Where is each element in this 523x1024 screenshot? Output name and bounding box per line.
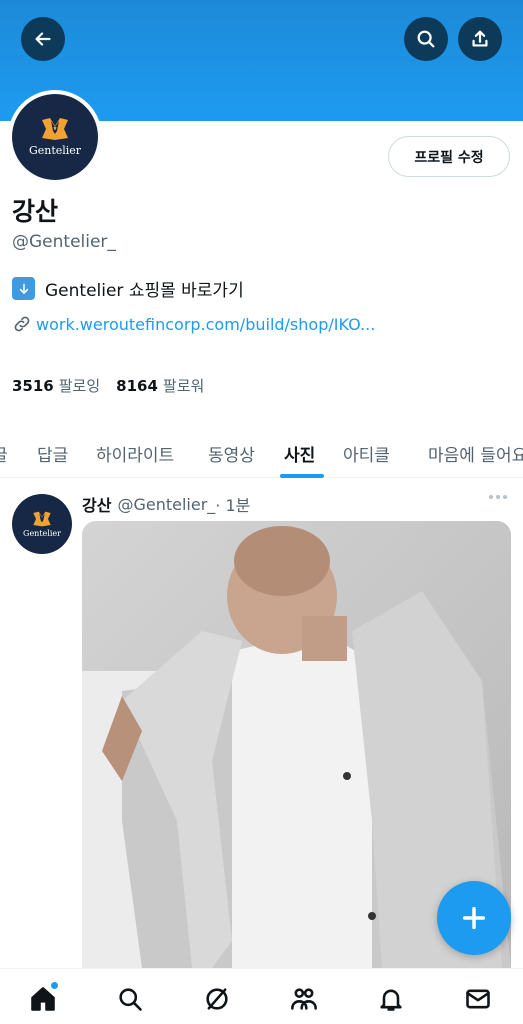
profile-link-text[interactable]: work.weroutefincorp.com/build/shop/IKO..… [36, 315, 375, 334]
share-icon [472, 30, 488, 47]
tab-videos[interactable]: 동영상 [208, 428, 255, 478]
tab-posts[interactable]: 글 [0, 428, 8, 478]
post-author-name[interactable]: 강산 [82, 492, 111, 516]
notification-dot [50, 981, 59, 990]
search-icon [119, 988, 142, 1011]
tab-articles[interactable]: 아티클 [343, 428, 390, 478]
tab-photos[interactable]: 사진 [284, 428, 315, 478]
tab-replies[interactable]: 답글 [37, 428, 68, 478]
following-count: 3516 [12, 377, 54, 395]
bio-text: Gentelier 쇼핑몰 바로가기 [45, 281, 244, 301]
link-icon [14, 316, 30, 332]
more-dots-icon[interactable] [489, 495, 507, 499]
following-stat[interactable]: 3516 팔로잉 [12, 375, 100, 396]
bio: Gentelier 쇼핑몰 바로가기 [12, 276, 244, 301]
followers-label: 팔로워 [162, 377, 205, 395]
nav-search[interactable] [116, 985, 144, 1013]
post-avatar[interactable]: Gentelier [12, 494, 72, 554]
post-header: 강산 @Gentelier_ · 1분 [82, 492, 250, 516]
follow-stats: 3516 팔로잉 8164 팔로워 [12, 375, 204, 396]
compose-button[interactable] [437, 881, 511, 955]
nav-home[interactable] [29, 981, 59, 1013]
profile-handle: @Gentelier_ [12, 232, 116, 252]
display-name: 강산 [12, 197, 59, 226]
post-author-handle: @Gentelier_ [117, 494, 216, 514]
plus-icon [462, 906, 486, 930]
bottom-navigation [0, 968, 523, 1024]
mail-icon [466, 989, 490, 1009]
search-icon [417, 30, 435, 48]
avatar-logo-text: Gentelier [28, 144, 82, 157]
grok-icon [206, 988, 228, 1010]
profile-tabs: 글 답글 하이라이트 동영상 사진 아티클 마음에 들어요 [0, 428, 523, 478]
followers-stat[interactable]: 8164 팔로워 [116, 375, 204, 396]
share-button[interactable] [458, 17, 502, 61]
post-avatar-logo-text: Gentelier [23, 528, 61, 538]
active-tab-indicator [280, 474, 324, 478]
edit-profile-button[interactable]: 프로필 수정 [388, 136, 510, 177]
arrow-left-icon [35, 32, 51, 46]
followers-count: 8164 [116, 377, 158, 395]
tab-highlights[interactable]: 하이라이트 [96, 428, 174, 478]
post-timestamp: · 1분 [215, 496, 251, 515]
arrow-down-emoji-icon [12, 277, 35, 300]
search-button[interactable] [404, 17, 448, 61]
bell-icon [380, 989, 402, 1011]
nav-grok[interactable] [203, 985, 231, 1013]
gentelier-logo-icon [33, 511, 51, 526]
nav-communities[interactable] [290, 985, 318, 1013]
communities-icon [291, 988, 317, 1010]
tab-likes[interactable]: 마음에 들어요 [428, 428, 523, 478]
profile-avatar[interactable]: Gentelier [8, 90, 102, 184]
gentelier-logo-icon [42, 118, 68, 140]
nav-messages[interactable] [464, 985, 492, 1013]
back-button[interactable] [21, 17, 65, 61]
profile-link[interactable]: work.weroutefincorp.com/build/shop/IKO..… [12, 314, 375, 334]
nav-notifications[interactable] [377, 985, 405, 1013]
following-label: 팔로잉 [58, 377, 101, 395]
